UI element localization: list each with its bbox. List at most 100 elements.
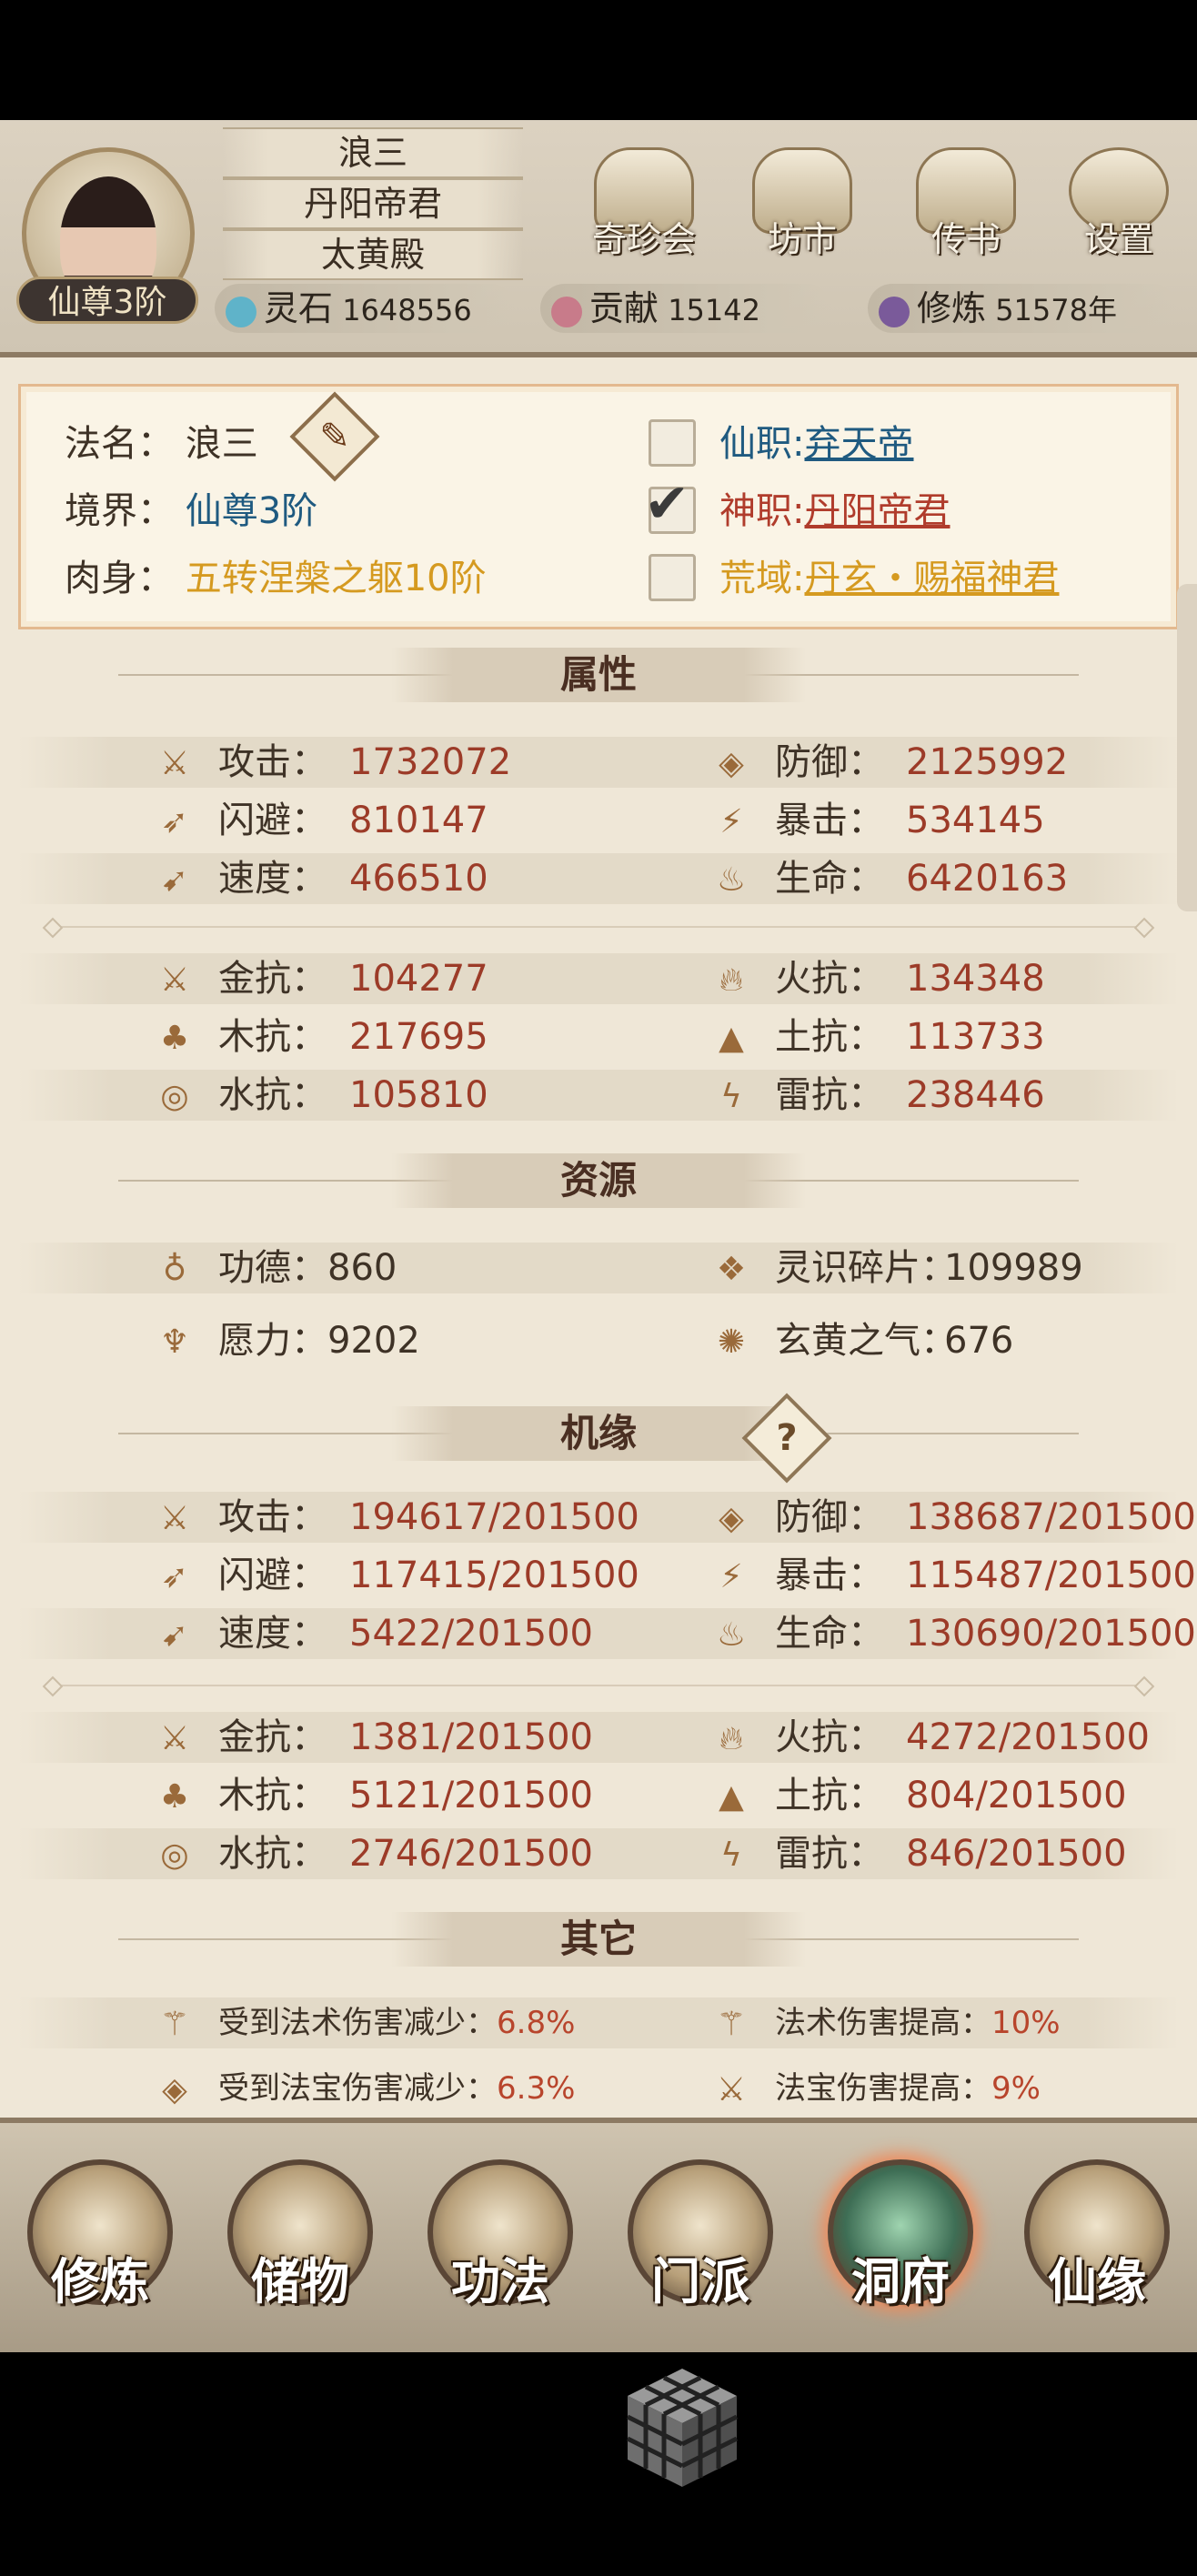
stat-label: 火抗：: [775, 1716, 884, 1758]
top-header: 仙尊3阶 浪三 丹阳帝君 太黄殿 奇珍会 坊市 传书 设置 灵石 1648556…: [0, 120, 1197, 357]
stat-row: ♣ 木抗： 5121/201500 ▲ 土抗： 804/201500: [18, 1770, 1179, 1821]
section-resources-title: 资源: [0, 1153, 1197, 1208]
stat-value: 138687/201500: [906, 1496, 1196, 1538]
stat-item: ♁ 功德：860: [155, 1243, 397, 1293]
stat-item: ◎ 水抗： 105810: [155, 1070, 488, 1121]
stat-item: ⚚ 受到法术伤害减少：6.8%: [155, 1997, 576, 2048]
stat-item: ϟ 雷抗： 846/201500: [711, 1828, 1126, 1879]
stat-item: ◎ 水抗： 2746/201500: [155, 1828, 593, 1879]
stat-row: ⚔ 攻击： 1732072 ◈ 防御： 2125992: [18, 737, 1179, 788]
contribution-icon: [551, 297, 582, 327]
water-swirl-icon: ◎: [160, 1836, 189, 1874]
stat-row: ➹ 速度： 5422/201500 ♨ 生命： 130690/201500: [18, 1608, 1196, 1659]
player-name: 浪三: [223, 127, 523, 178]
stat-value: 534145: [906, 800, 1045, 841]
stat-label: 闪避：: [218, 800, 327, 841]
section-attributes-title: 属性: [0, 648, 1197, 702]
section-fortune-title: 机缘 ?: [0, 1393, 1197, 1484]
stat-value: 1381/201500: [349, 1716, 593, 1758]
stat-item: ▲ 土抗： 113733: [711, 1011, 1045, 1062]
wild-domain-link[interactable]: 丹玄・赐福神君: [804, 558, 1059, 599]
stat-row: ⚚ 受到法术伤害减少：6.8% ⚚ 法术伤害提高：10%: [18, 1997, 1179, 2048]
stat-label: 速度：: [218, 858, 327, 900]
metal-icon: ⚔: [159, 1720, 190, 1757]
fire-icon: 🔥︎: [719, 961, 744, 999]
character-screen: 仙尊3阶 浪三 丹阳帝君 太黄殿 奇珍会 坊市 传书 设置 灵石 1648556…: [0, 120, 1197, 2352]
nav-sect[interactable]: 门派: [619, 2159, 782, 2341]
earth-mountain-icon: ▲: [719, 1020, 744, 1057]
rename-brush-icon[interactable]: ✎: [289, 391, 380, 482]
stat-value: 5422/201500: [349, 1613, 593, 1655]
stat-value: 194617/201500: [349, 1496, 639, 1538]
spirit-stone-counter: 灵石 1648556: [215, 284, 515, 333]
stat-label: 灵识碎片：: [775, 1247, 957, 1289]
nav-cultivate[interactable]: 修炼: [18, 2159, 182, 2341]
divine-post-checkbox[interactable]: ✔: [644, 477, 696, 534]
dharma-name-row: 法名： 浪三: [65, 423, 258, 465]
nav-storage[interactable]: 储物: [218, 2159, 382, 2341]
xuanhuang-qi-icon: ✺: [717, 1323, 746, 1361]
market-button[interactable]: 坊市: [739, 147, 866, 275]
treasure-fair-button[interactable]: 奇珍会: [580, 147, 708, 275]
divine-post-link[interactable]: 丹阳帝君: [804, 490, 950, 532]
player-title: 丹阳帝君: [223, 178, 523, 229]
nav-techniques[interactable]: 功法: [418, 2159, 582, 2341]
stat-item: ◈ 受到法宝伤害减少：6.3%: [155, 2063, 575, 2114]
stat-item: ♣ 木抗： 5121/201500: [155, 1770, 593, 1821]
sword-icon: ⚔: [159, 1500, 190, 1537]
stat-label: 土抗：: [775, 1016, 884, 1058]
stat-label: 攻击：: [218, 741, 327, 783]
stat-value: 2746/201500: [349, 1833, 593, 1875]
body-row: 肉身： 五转涅槃之躯10阶: [65, 558, 487, 599]
stat-value: 2125992: [906, 741, 1069, 783]
stat-label: 功德：: [218, 1247, 327, 1289]
stat-row: ⚔ 金抗： 104277 🔥︎ 火抗： 134348: [18, 953, 1179, 1004]
stat-item: ✺ 玄黄之气：676: [711, 1315, 1013, 1366]
stat-value: 104277: [349, 958, 488, 1000]
stat-row: ♁ 功德：860 ❖ 灵识碎片：109989: [18, 1243, 1179, 1293]
mail-button[interactable]: 传书: [902, 147, 1030, 275]
stat-item: ➹ 速度： 466510: [155, 853, 488, 904]
section-other-title: 其它: [0, 1912, 1197, 1967]
stat-item: ◈ 防御： 2125992: [711, 737, 1068, 788]
stat-label: 受到法术伤害减少：: [218, 2005, 497, 2041]
treasure-resist-icon: ◈: [162, 2070, 187, 2108]
water-swirl-icon: ◎: [160, 1078, 189, 1115]
stat-item: ϟ 雷抗： 238446: [711, 1070, 1045, 1121]
stat-value: 113733: [906, 1016, 1045, 1058]
stat-label: 水抗：: [218, 1833, 327, 1875]
immortal-post-link[interactable]: 弃天帝: [804, 423, 913, 465]
dodge-feather-icon: ➶: [160, 1558, 189, 1595]
dodge-feather-icon: ➶: [160, 803, 189, 840]
settings-button[interactable]: 设置: [1055, 147, 1182, 275]
realm-row: 境界： 仙尊3阶: [65, 490, 318, 532]
stat-item: ➹ 速度： 5422/201500: [155, 1608, 593, 1659]
stat-value: 6.8%: [497, 2005, 576, 2041]
stat-value: 6420163: [906, 858, 1069, 900]
stat-value: 466510: [349, 858, 488, 900]
stat-value: 5121/201500: [349, 1775, 593, 1816]
scrollbar[interactable]: [1177, 584, 1197, 911]
speed-wing-icon: ➹: [160, 861, 189, 899]
stat-value: 105810: [349, 1074, 488, 1116]
thunder-icon: ϟ: [720, 1078, 742, 1115]
stat-row: ➶ 闪避： 117415/201500 ⚡ 暴击： 115487/201500: [18, 1550, 1196, 1601]
shield-icon: ◈: [719, 745, 744, 782]
stat-row: ⚔ 金抗： 1381/201500 🔥︎ 火抗： 4272/201500: [18, 1712, 1179, 1763]
nav-fate[interactable]: 仙缘: [1015, 2159, 1179, 2341]
stat-item: ⚔ 金抗： 104277: [155, 953, 488, 1004]
stat-row: ◎ 水抗： 2746/201500 ϟ 雷抗： 846/201500: [18, 1828, 1179, 1879]
stat-label: 受到法宝伤害减少：: [218, 2070, 497, 2107]
stat-item: ♆ 愿力：9202: [155, 1315, 420, 1366]
stat-item: ♨ 生命： 6420163: [711, 853, 1068, 904]
thunder-icon: ϟ: [720, 1836, 742, 1874]
stat-row: ♣ 木抗： 217695 ▲ 土抗： 113733: [18, 1011, 1179, 1062]
divine-post-row: 神职:丹阳帝君: [719, 490, 951, 532]
nav-cave-abode[interactable]: 洞府: [819, 2159, 982, 2341]
wild-domain-checkbox[interactable]: [649, 554, 696, 601]
stat-item: ⚚ 法术伤害提高：10%: [711, 1997, 1061, 2048]
spirit-stone-icon: [226, 297, 256, 327]
cube-icon[interactable]: [619, 2360, 746, 2496]
stat-item: ♨ 生命： 130690/201500: [711, 1608, 1196, 1659]
immortal-post-checkbox[interactable]: [649, 419, 696, 467]
